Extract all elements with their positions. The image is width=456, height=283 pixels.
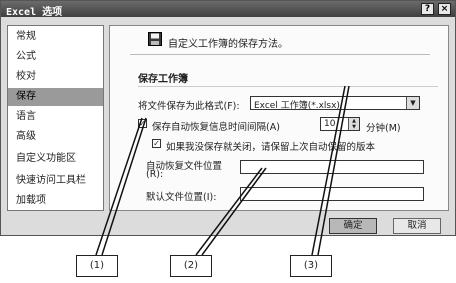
sidebar-item-customize-ribbon[interactable]: 自定义功能区 — [8, 150, 103, 168]
autorecover-label: 保存自动恢复信息时间间隔(A) — [152, 122, 280, 133]
autorecover-checkbox[interactable]: ✓ — [138, 119, 147, 128]
minutes-unit-label: 分钟(M) — [366, 123, 401, 134]
sidebar-item-formulas[interactable]: 公式 — [8, 48, 103, 66]
default-location-input[interactable] — [240, 187, 424, 201]
sidebar-item-advanced[interactable]: 高级 — [8, 128, 103, 146]
save-format-label: 将文件保存为此格式(F): — [138, 101, 240, 112]
excel-options-dialog: Excel 选项 ? × 常规 公式 校对 保存 语言 高级 自定义功能区 快速… — [0, 0, 456, 236]
divider — [130, 54, 430, 55]
sidebar-item-save[interactable]: 保存 — [8, 88, 103, 106]
keep-last-version-checkbox[interactable]: ✓ — [152, 139, 161, 148]
close-button[interactable]: × — [438, 3, 451, 15]
spin-down-icon[interactable]: ▼ — [348, 124, 359, 130]
sidebar-item-language[interactable]: 语言 — [8, 108, 103, 126]
callout-label-2: (2) — [170, 255, 212, 277]
section-title: 保存工作簿 — [138, 74, 188, 85]
sidebar-item-general[interactable]: 常规 — [8, 28, 103, 46]
window-title: Excel 选项 — [6, 7, 63, 18]
autorecover-minutes-value: 10 — [324, 119, 336, 129]
autorecover-location-label-line2: (R): — [146, 169, 164, 180]
sidebar-item-add-ins[interactable]: 加载项 — [8, 192, 103, 210]
keep-last-version-label: 如果我没保存就关闭，请保留上次自动保留的版本 — [166, 142, 376, 153]
default-location-label: 默认文件位置(I): — [146, 192, 217, 203]
cancel-button[interactable]: 取消 — [393, 218, 441, 234]
title-bar: Excel 选项 ? × — [1, 1, 455, 18]
sidebar-item-proofing[interactable]: 校对 — [8, 68, 103, 86]
save-options-panel: 自定义工作簿的保存方法。 保存工作簿 将文件保存为此格式(F): Excel 工… — [109, 25, 449, 211]
autorecover-location-input[interactable] — [240, 160, 424, 174]
help-button[interactable]: ? — [421, 3, 434, 15]
chevron-down-icon[interactable]: ▼ — [406, 97, 419, 109]
options-sidebar: 常规 公式 校对 保存 语言 高级 自定义功能区 快速访问工具栏 加载项 — [7, 25, 104, 211]
autorecover-minutes-spinner[interactable]: 10 ▲ ▼ — [320, 117, 360, 131]
save-icon — [148, 32, 162, 46]
callout-label-3: (3) — [290, 255, 332, 277]
divider — [138, 86, 438, 87]
ok-button[interactable]: 确定 — [329, 218, 377, 234]
callout-label-1: (1) — [76, 255, 118, 277]
save-format-value: Excel 工作簿(*.xlsx) — [254, 101, 340, 111]
sidebar-item-quick-access-toolbar[interactable]: 快速访问工具栏 — [8, 172, 103, 190]
save-format-select[interactable]: Excel 工作簿(*.xlsx) ▼ — [250, 96, 420, 111]
header-description: 自定义工作簿的保存方法。 — [168, 39, 288, 50]
